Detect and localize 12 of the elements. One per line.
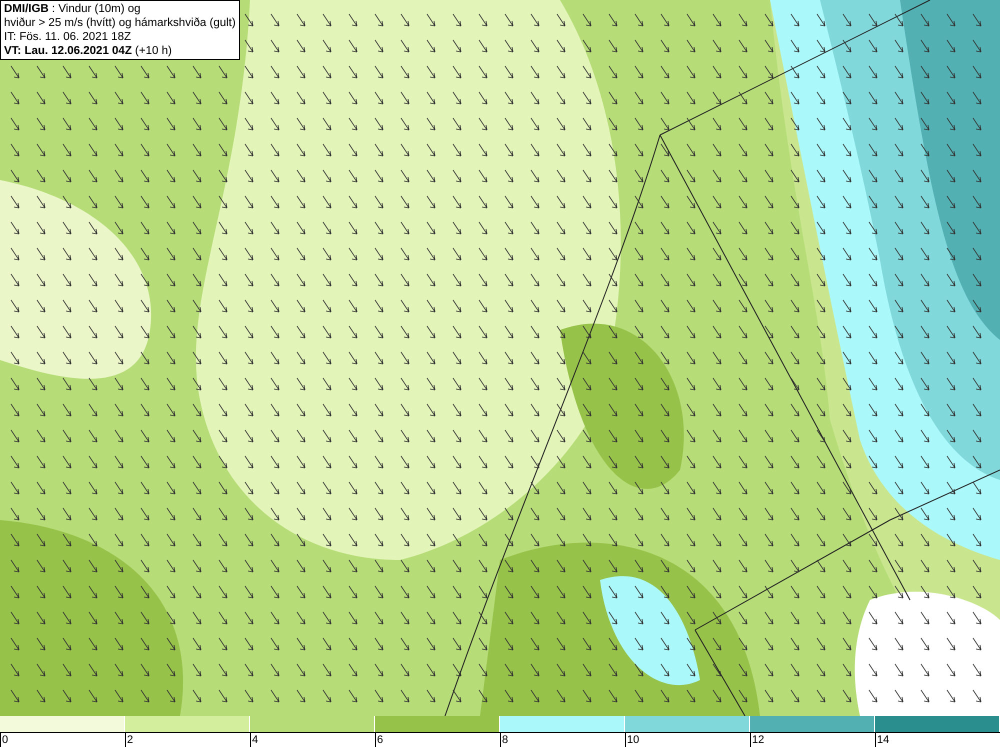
title-line: DMI/IGB : Vindur (10m) og [4,2,142,16]
legend-label: 10 [627,734,640,746]
legend-label: 6 [377,734,384,746]
title-line: IT: Fös. 11. 06. 2021 18Z [4,30,132,44]
legend-label: 12 [752,734,764,746]
title-line: VT: Lau. 12.06.2021 04Z (+10 h) [4,44,173,58]
legend-label: 14 [877,734,890,746]
legend-label: 0 [2,734,8,746]
legend-label: 8 [502,734,508,746]
title-line: hviður > 25 m/s (hvítt) og hámarkshviða (gult) [4,16,236,30]
legend-label: 4 [252,734,258,746]
legend-label: 2 [127,734,134,746]
